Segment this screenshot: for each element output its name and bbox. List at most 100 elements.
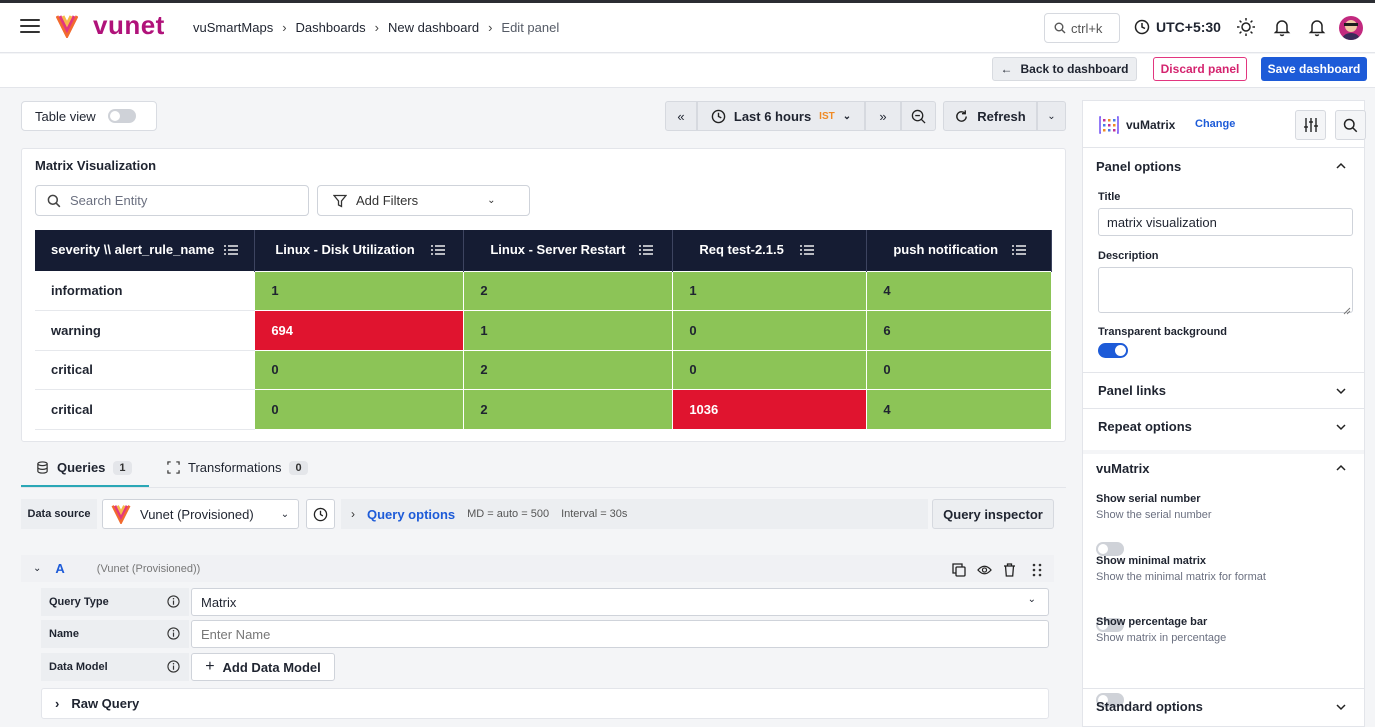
column-menu-icon[interactable] (1012, 243, 1027, 258)
standard-options-header[interactable]: Standard options (1096, 699, 1203, 714)
data-source-value: Vunet (Provisioned) (140, 506, 254, 522)
show-serial-number-toggle[interactable] (1096, 542, 1124, 556)
refresh-icon (956, 109, 968, 122)
info-icon[interactable] (167, 660, 180, 676)
matrix-cell[interactable]: 1 (254, 270, 465, 311)
transparent-background-toggle[interactable] (1098, 343, 1128, 358)
panel-options-header[interactable]: Panel options (1096, 159, 1181, 174)
matrix-row-label: information (35, 270, 256, 311)
matrix-column-header[interactable]: push notification (866, 230, 1052, 271)
chevron-down-icon[interactable] (1335, 421, 1347, 433)
chevron-up-icon[interactable] (1335, 462, 1347, 474)
query-name-input[interactable]: Enter Name (191, 620, 1049, 648)
breadcrumb-new-dashboard[interactable]: New dashboard (388, 20, 479, 35)
global-search[interactable]: ctrl+k (1044, 13, 1120, 43)
info-icon[interactable] (167, 627, 180, 643)
visualization-name: vuMatrix (1126, 118, 1176, 132)
visualization-selector[interactable]: vuMatrix (1099, 116, 1175, 134)
raw-query-section[interactable]: › Raw Query (41, 688, 1049, 719)
matrix-cell[interactable]: 0 (672, 310, 868, 350)
query-letter[interactable]: A (55, 561, 64, 576)
matrix-column-header[interactable]: severity \\ alert_rule_name (35, 230, 256, 271)
search-entity-input[interactable]: Search Entity (35, 185, 309, 216)
refresh-interval-dropdown[interactable]: ⌄ (1037, 101, 1066, 131)
query-options-link[interactable]: Query options (367, 507, 455, 522)
transformations-count-badge: 0 (289, 460, 308, 475)
chevron-down-icon[interactable]: ⌄ (33, 563, 41, 574)
drag-handle-icon[interactable] (1032, 563, 1042, 580)
info-icon[interactable] (167, 595, 180, 611)
brand-logo-text[interactable]: vunet (93, 10, 165, 41)
zoom-out-button[interactable] (901, 101, 936, 131)
tab-transformations[interactable]: Transformations 0 (167, 460, 308, 475)
theme-toggle-sun-icon[interactable] (1236, 17, 1256, 37)
query-inspector-button[interactable]: Query inspector (932, 499, 1054, 529)
delete-query-trash-icon[interactable] (1003, 563, 1016, 580)
matrix-cell[interactable]: 4 (866, 389, 1052, 429)
matrix-cell[interactable]: 6 (866, 310, 1052, 350)
column-menu-icon[interactable] (639, 243, 654, 258)
table-view-switch[interactable] (107, 109, 136, 123)
query-a-header[interactable]: ⌄ A (Vunet (Provisioned)) (21, 555, 1054, 582)
options-search-button[interactable] (1335, 110, 1366, 140)
transparent-background-label: Transparent background (1098, 326, 1227, 338)
chevron-down-icon[interactable] (1335, 385, 1347, 397)
query-type-select[interactable]: Matrix ⌄ (191, 588, 1049, 616)
table-view-toggle[interactable]: Table view (21, 101, 157, 131)
matrix-cell[interactable]: 1 (672, 270, 868, 311)
matrix-cell[interactable]: 0 (866, 349, 1052, 390)
matrix-column-header[interactable]: Linux - Disk Utilization (254, 230, 465, 271)
matrix-cell[interactable]: 2 (463, 349, 674, 390)
time-back-button[interactable]: « (665, 101, 697, 131)
panel-description-textarea[interactable] (1098, 267, 1353, 313)
column-header-label: severity \\ alert_rule_name (51, 242, 215, 258)
column-menu-icon[interactable] (799, 243, 814, 258)
zoom-out-icon (911, 109, 926, 124)
save-dashboard-button[interactable]: Save dashboard (1261, 57, 1367, 81)
alerts-bell-icon[interactable] (1307, 17, 1327, 37)
back-to-dashboard-button[interactable]: ← Back to dashboard (992, 57, 1137, 81)
time-forward-button[interactable]: » (865, 101, 901, 131)
chevron-up-icon[interactable] (1335, 160, 1347, 172)
query-history-button[interactable] (306, 499, 335, 529)
time-range-picker[interactable]: Last 6 hours IST ⌄ (697, 101, 865, 131)
column-menu-icon[interactable] (224, 243, 239, 258)
options-filter-button[interactable] (1295, 110, 1326, 140)
refresh-button[interactable]: Refresh (943, 101, 1037, 131)
description-label: Description (1098, 250, 1159, 262)
matrix-cell[interactable]: 2 (463, 389, 674, 429)
vumatrix-section-header[interactable]: vuMatrix (1096, 461, 1149, 476)
tab-queries[interactable]: Queries 1 (36, 460, 132, 475)
add-filters-dropdown[interactable]: Add Filters ⌄ (317, 185, 530, 216)
bell-icon[interactable] (1272, 17, 1292, 37)
change-visualization-link[interactable]: Change (1195, 118, 1235, 130)
panel-title-input[interactable]: matrix visualization (1098, 208, 1353, 236)
matrix-column-header[interactable]: Req test-2.1.5 (672, 230, 868, 271)
matrix-column-header[interactable]: Linux - Server Restart (463, 230, 674, 271)
duplicate-query-icon[interactable] (952, 563, 966, 580)
matrix-cell[interactable]: 1 (463, 310, 674, 350)
query-options-bar[interactable]: › Query options MD = auto = 500 Interval… (341, 499, 928, 529)
matrix-cell[interactable]: 0 (672, 349, 868, 390)
panel-links-header[interactable]: Panel links (1098, 383, 1166, 398)
matrix-cell[interactable]: 2 (463, 270, 674, 311)
toggle-visibility-eye-icon[interactable] (977, 564, 992, 579)
breadcrumb-vusmartmaps[interactable]: vuSmartMaps (193, 20, 273, 35)
breadcrumb-dashboards[interactable]: Dashboards (296, 20, 366, 35)
column-menu-icon[interactable] (430, 243, 445, 258)
matrix-cell[interactable]: 4 (866, 270, 1052, 311)
chevron-down-icon[interactable] (1335, 701, 1347, 713)
textarea-resize-handle-icon[interactable] (1343, 303, 1351, 318)
timezone-selector[interactable]: UTC+5:30 (1134, 19, 1221, 35)
matrix-cell[interactable]: 0 (254, 389, 465, 429)
matrix-cell[interactable]: 1036 (672, 389, 868, 429)
discard-panel-button[interactable]: Discard panel (1153, 57, 1247, 81)
matrix-cell[interactable]: 0 (254, 349, 465, 390)
repeat-options-header[interactable]: Repeat options (1098, 419, 1192, 434)
user-avatar[interactable] (1339, 16, 1363, 40)
matrix-cell[interactable]: 694 (254, 310, 465, 350)
menu-icon[interactable] (20, 19, 40, 33)
data-source-select[interactable]: Vunet (Provisioned) ⌄ (102, 499, 299, 529)
add-data-model-button[interactable]: + Add Data Model (191, 653, 335, 681)
timezone-label: UTC+5:30 (1156, 19, 1221, 35)
